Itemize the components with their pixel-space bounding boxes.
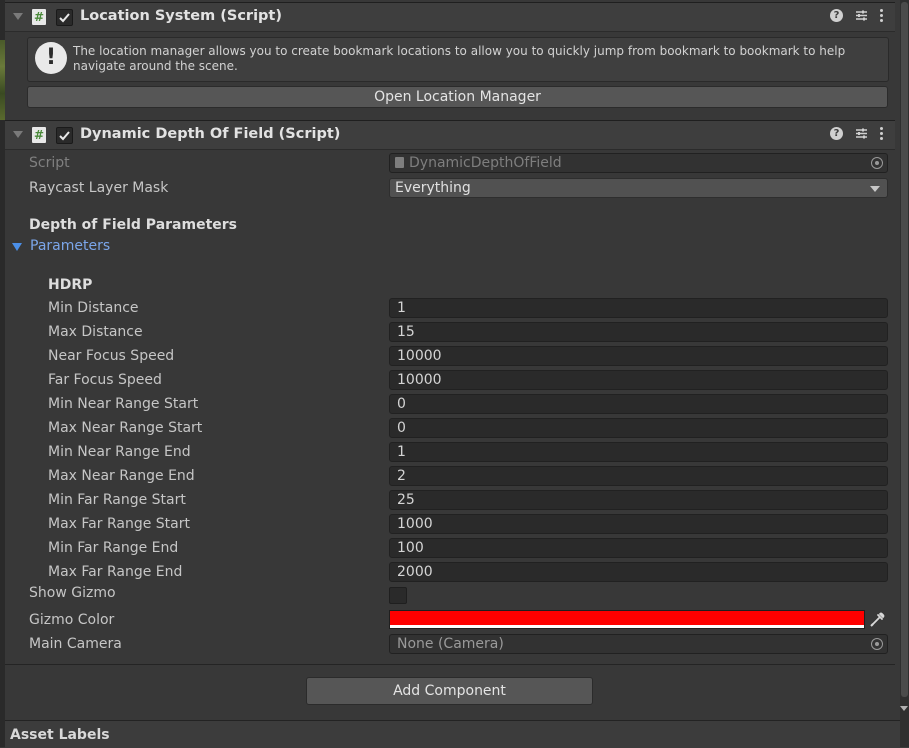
preset-icon[interactable]	[855, 9, 868, 22]
preset-icon[interactable]	[855, 127, 868, 140]
scroll-down-icon[interactable]	[900, 706, 908, 711]
param-label: Max Distance	[48, 324, 143, 340]
parameters-foldout[interactable]: Parameters	[30, 238, 110, 254]
gizmo-color-field[interactable]	[389, 610, 865, 629]
hdrp-header: HDRP	[48, 277, 93, 293]
param-label: Max Near Range End	[48, 468, 195, 484]
main-camera-field[interactable]: None (Camera)	[389, 634, 888, 654]
param-label: Max Far Range Start	[48, 516, 190, 532]
dynamic-dof-header[interactable]: # Dynamic Depth Of Field (Script) ?	[5, 120, 895, 150]
param-input[interactable]: 25	[389, 490, 888, 510]
scrollbar[interactable]	[900, 0, 909, 747]
param-input[interactable]: 1	[389, 298, 888, 318]
object-picker-icon[interactable]	[871, 157, 883, 169]
script-icon: #	[32, 9, 46, 25]
param-input[interactable]: 1000	[389, 514, 888, 534]
main-camera-value: None (Camera)	[397, 636, 504, 652]
asset-labels-bar[interactable]: Asset Labels	[5, 720, 909, 748]
param-input[interactable]: 100	[389, 538, 888, 558]
help-box: ! The location manager allows you to cre…	[27, 37, 889, 82]
object-picker-icon[interactable]	[871, 638, 883, 650]
dropdown-arrow-icon	[870, 186, 880, 192]
param-label: Min Near Range End	[48, 444, 191, 460]
raycast-layer-mask-dropdown[interactable]: Everything	[389, 178, 888, 198]
scene-view-edge	[0, 0, 5, 747]
param-label: Min Far Range End	[48, 540, 179, 556]
script-file-icon	[395, 157, 404, 168]
foldout-expanded-icon[interactable]	[12, 243, 22, 251]
foldout-arrow-icon[interactable]	[13, 131, 23, 138]
kebab-menu-icon[interactable]	[880, 9, 883, 22]
foldout-arrow-icon[interactable]	[13, 13, 23, 20]
open-location-manager-button[interactable]: Open Location Manager	[27, 86, 888, 108]
dof-enabled-checkbox[interactable]	[56, 127, 73, 144]
eyedropper-icon[interactable]	[867, 610, 887, 629]
param-label: Min Distance	[48, 300, 139, 316]
script-label: Script	[29, 155, 70, 171]
component-title: Dynamic Depth Of Field (Script)	[80, 126, 341, 142]
param-label: Min Far Range Start	[48, 492, 186, 508]
param-input[interactable]: 2000	[389, 562, 888, 582]
raycast-value: Everything	[395, 180, 471, 196]
param-input[interactable]: 0	[389, 394, 888, 414]
location-system-header[interactable]: # Location System (Script) ?	[5, 2, 895, 32]
param-input[interactable]: 10000	[389, 346, 888, 366]
param-input[interactable]: 1	[389, 442, 888, 462]
kebab-menu-icon[interactable]	[880, 127, 883, 140]
divider	[5, 664, 895, 665]
param-label: Min Near Range Start	[48, 396, 199, 412]
param-label: Far Focus Speed	[48, 372, 162, 388]
script-icon: #	[32, 127, 46, 143]
script-field[interactable]: DynamicDepthOfField	[389, 153, 888, 173]
section-header: Depth of Field Parameters	[29, 217, 237, 233]
gizmo-color-label: Gizmo Color	[29, 612, 115, 628]
param-input[interactable]: 2	[389, 466, 888, 486]
param-label: Max Near Range Start	[48, 420, 203, 436]
param-label: Max Far Range End	[48, 564, 183, 580]
location-system-enabled-checkbox[interactable]	[56, 9, 73, 26]
show-gizmo-checkbox[interactable]	[389, 587, 407, 604]
param-label: Near Focus Speed	[48, 348, 175, 364]
info-icon: !	[35, 42, 67, 74]
show-gizmo-label: Show Gizmo	[29, 585, 116, 601]
script-value: DynamicDepthOfField	[409, 155, 562, 171]
param-input[interactable]: 10000	[389, 370, 888, 390]
help-message: The location manager allows you to creat…	[73, 44, 846, 73]
help-icon[interactable]: ?	[830, 9, 843, 22]
main-camera-label: Main Camera	[29, 636, 122, 652]
asset-labels-title: Asset Labels	[10, 727, 110, 743]
param-input[interactable]: 15	[389, 322, 888, 342]
help-icon[interactable]: ?	[830, 127, 843, 140]
component-title: Location System (Script)	[80, 8, 282, 24]
raycast-label: Raycast Layer Mask	[29, 180, 169, 196]
param-input[interactable]: 0	[389, 418, 888, 438]
scrollbar-thumb[interactable]	[901, 2, 908, 697]
add-component-button[interactable]: Add Component	[306, 677, 593, 705]
